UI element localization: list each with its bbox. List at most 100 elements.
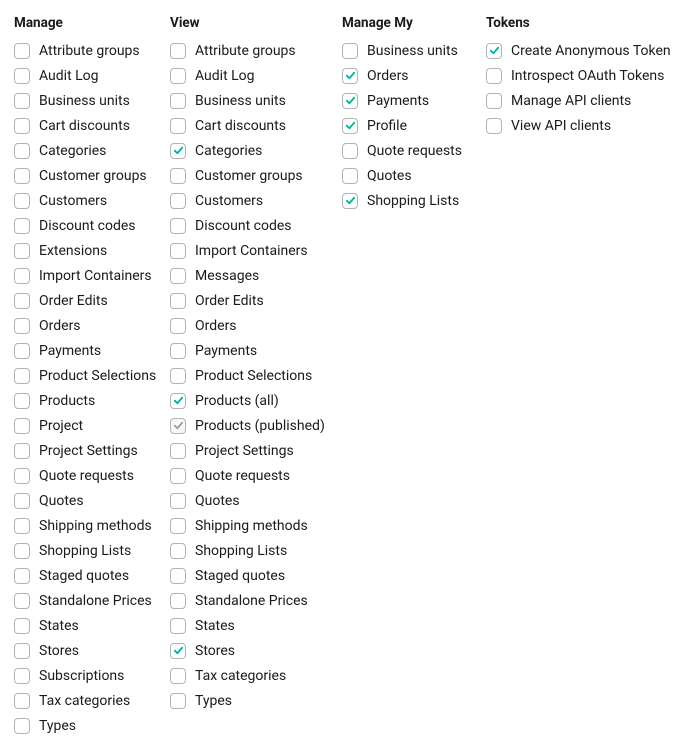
checkbox-manage-extensions[interactable] bbox=[14, 243, 30, 259]
permission-label: Import Containers bbox=[39, 269, 152, 283]
checkbox-manage-stores[interactable] bbox=[14, 643, 30, 659]
checkbox-view-discount-codes[interactable] bbox=[170, 218, 186, 234]
checkbox-view-project-settings[interactable] bbox=[170, 443, 186, 459]
permission-label: Payments bbox=[367, 94, 429, 108]
checkbox-managemy-payments[interactable] bbox=[342, 93, 358, 109]
checkbox-managemy-quotes[interactable] bbox=[342, 168, 358, 184]
permission-item-view-tax-categories: Tax categories bbox=[170, 663, 342, 688]
checkbox-view-products-all[interactable] bbox=[170, 393, 186, 409]
permission-label: Create Anonymous Token bbox=[511, 44, 671, 58]
permission-label: States bbox=[195, 619, 235, 633]
checkbox-manage-import-containers[interactable] bbox=[14, 268, 30, 284]
permission-label: Products bbox=[39, 394, 95, 408]
checkbox-manage-standalone-prices[interactable] bbox=[14, 593, 30, 609]
checkbox-tokens-introspect-oauth-tokens[interactable] bbox=[486, 68, 502, 84]
permission-item-manage-shopping-lists: Shopping Lists bbox=[14, 538, 170, 563]
permission-item-view-staged-quotes: Staged quotes bbox=[170, 563, 342, 588]
checkbox-manage-customer-groups[interactable] bbox=[14, 168, 30, 184]
checkbox-tokens-view-api-clients[interactable] bbox=[486, 118, 502, 134]
permission-item-view-product-selections: Product Selections bbox=[170, 363, 342, 388]
permission-label: States bbox=[39, 619, 79, 633]
checkbox-view-order-edits[interactable] bbox=[170, 293, 186, 309]
checkbox-view-categories[interactable] bbox=[170, 143, 186, 159]
permission-item-manage-subscriptions: Subscriptions bbox=[14, 663, 170, 688]
checkbox-manage-categories[interactable] bbox=[14, 143, 30, 159]
checkbox-view-states[interactable] bbox=[170, 618, 186, 634]
checkbox-manage-quotes[interactable] bbox=[14, 493, 30, 509]
permission-item-view-categories: Categories bbox=[170, 138, 342, 163]
checkbox-manage-states[interactable] bbox=[14, 618, 30, 634]
checkbox-view-shipping-methods[interactable] bbox=[170, 518, 186, 534]
checkbox-manage-discount-codes[interactable] bbox=[14, 218, 30, 234]
checkbox-view-customer-groups[interactable] bbox=[170, 168, 186, 184]
checkbox-view-quote-requests[interactable] bbox=[170, 468, 186, 484]
checkbox-view-product-selections[interactable] bbox=[170, 368, 186, 384]
checkbox-view-payments[interactable] bbox=[170, 343, 186, 359]
permission-item-manage-discount-codes: Discount codes bbox=[14, 213, 170, 238]
checkbox-manage-shipping-methods[interactable] bbox=[14, 518, 30, 534]
checkbox-view-customers[interactable] bbox=[170, 193, 186, 209]
checkbox-view-import-containers[interactable] bbox=[170, 243, 186, 259]
checkbox-manage-product-selections[interactable] bbox=[14, 368, 30, 384]
checkbox-managemy-business-units[interactable] bbox=[342, 43, 358, 59]
permission-label: Payments bbox=[195, 344, 257, 358]
checkbox-view-standalone-prices[interactable] bbox=[170, 593, 186, 609]
checkbox-tokens-manage-api-clients[interactable] bbox=[486, 93, 502, 109]
checkbox-manage-shopping-lists[interactable] bbox=[14, 543, 30, 559]
checkbox-managemy-shopping-lists[interactable] bbox=[342, 193, 358, 209]
checkbox-view-staged-quotes[interactable] bbox=[170, 568, 186, 584]
checkbox-manage-quote-requests[interactable] bbox=[14, 468, 30, 484]
permission-columns: ManageAttribute groupsAudit LogBusiness … bbox=[14, 14, 673, 738]
permission-label: Discount codes bbox=[195, 219, 292, 233]
permission-label: Customer groups bbox=[195, 169, 303, 183]
checkbox-view-audit-log[interactable] bbox=[170, 68, 186, 84]
checkbox-manage-business-units[interactable] bbox=[14, 93, 30, 109]
checkbox-view-stores[interactable] bbox=[170, 643, 186, 659]
permission-item-manage-project: Project bbox=[14, 413, 170, 438]
checkbox-manage-products[interactable] bbox=[14, 393, 30, 409]
permission-label: Customers bbox=[39, 194, 107, 208]
permission-item-managemy-payments: Payments bbox=[342, 88, 486, 113]
permission-label: Shipping methods bbox=[39, 519, 152, 533]
permission-item-manage-order-edits: Order Edits bbox=[14, 288, 170, 313]
checkbox-manage-tax-categories[interactable] bbox=[14, 693, 30, 709]
permission-label: Messages bbox=[195, 269, 259, 283]
checkbox-manage-orders[interactable] bbox=[14, 318, 30, 334]
permission-label: Quotes bbox=[195, 494, 240, 508]
checkbox-manage-payments[interactable] bbox=[14, 343, 30, 359]
checkbox-view-messages[interactable] bbox=[170, 268, 186, 284]
checkbox-view-quotes[interactable] bbox=[170, 493, 186, 509]
checkbox-manage-subscriptions[interactable] bbox=[14, 668, 30, 684]
checkbox-manage-types[interactable] bbox=[14, 718, 30, 734]
permission-item-manage-customers: Customers bbox=[14, 188, 170, 213]
checkbox-view-shopping-lists[interactable] bbox=[170, 543, 186, 559]
checkbox-managemy-orders[interactable] bbox=[342, 68, 358, 84]
checkbox-view-types[interactable] bbox=[170, 693, 186, 709]
column-tokens: TokensCreate Anonymous TokenIntrospect O… bbox=[486, 14, 666, 738]
checkbox-manage-order-edits[interactable] bbox=[14, 293, 30, 309]
permission-item-view-quote-requests: Quote requests bbox=[170, 463, 342, 488]
permission-label: Quote requests bbox=[39, 469, 134, 483]
checkbox-managemy-profile[interactable] bbox=[342, 118, 358, 134]
permission-item-manage-product-selections: Product Selections bbox=[14, 363, 170, 388]
permission-item-manage-audit-log: Audit Log bbox=[14, 63, 170, 88]
checkbox-manage-attribute-groups[interactable] bbox=[14, 43, 30, 59]
permission-item-manage-import-containers: Import Containers bbox=[14, 263, 170, 288]
permission-item-manage-states: States bbox=[14, 613, 170, 638]
checkbox-managemy-quote-requests[interactable] bbox=[342, 143, 358, 159]
checkbox-manage-staged-quotes[interactable] bbox=[14, 568, 30, 584]
permission-item-manage-payments: Payments bbox=[14, 338, 170, 363]
checkbox-view-tax-categories[interactable] bbox=[170, 668, 186, 684]
checkbox-manage-project-settings[interactable] bbox=[14, 443, 30, 459]
checkbox-view-orders[interactable] bbox=[170, 318, 186, 334]
checkbox-tokens-create-anonymous-token[interactable] bbox=[486, 43, 502, 59]
checkbox-view-business-units[interactable] bbox=[170, 93, 186, 109]
checkbox-manage-cart-discounts[interactable] bbox=[14, 118, 30, 134]
checkbox-manage-audit-log[interactable] bbox=[14, 68, 30, 84]
checkbox-manage-project[interactable] bbox=[14, 418, 30, 434]
checkbox-manage-customers[interactable] bbox=[14, 193, 30, 209]
permission-label: Shipping methods bbox=[195, 519, 308, 533]
checkbox-view-attribute-groups[interactable] bbox=[170, 43, 186, 59]
checkbox-view-cart-discounts[interactable] bbox=[170, 118, 186, 134]
permission-item-tokens-introspect-oauth-tokens: Introspect OAuth Tokens bbox=[486, 63, 666, 88]
